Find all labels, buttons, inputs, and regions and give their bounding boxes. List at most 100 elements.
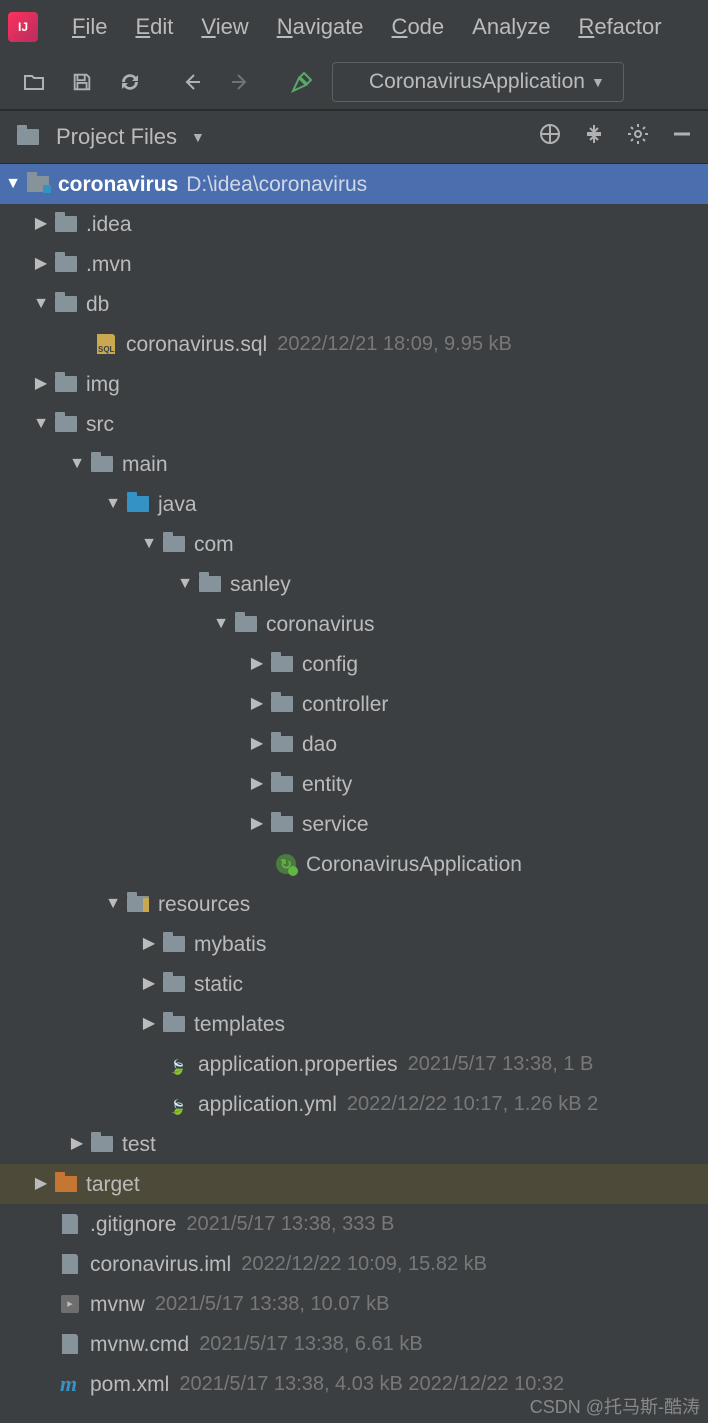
tree-item-service[interactable]: ▶ service [0,804,708,844]
expand-arrow-icon[interactable]: ▼ [176,576,194,592]
project-tree[interactable]: ▼ coronavirus D:\idea\coronavirus ▶ .ide… [0,164,708,1404]
open-button[interactable] [16,64,52,100]
file-icon [58,1334,82,1354]
tree-item-mvnw[interactable]: ▸ mvnw 2021/5/17 13:38, 10.07 kB [0,1284,708,1324]
expand-arrow-icon[interactable]: ▶ [68,1136,86,1152]
tree-item-java[interactable]: ▼ java [0,484,708,524]
tree-item-resources[interactable]: ▼ resources [0,884,708,924]
tree-item-target[interactable]: ▶ target [0,1164,708,1204]
tree-root[interactable]: ▼ coronavirus D:\idea\coronavirus [0,164,708,204]
package-icon [162,534,186,554]
hide-button[interactable] [670,122,694,152]
tree-item-mvnw-cmd[interactable]: mvnw.cmd 2021/5/17 13:38, 6.61 kB [0,1324,708,1364]
expand-arrow-icon[interactable]: ▶ [140,936,158,952]
expand-arrow-icon[interactable]: ▶ [32,216,50,232]
tree-item-test[interactable]: ▶ test [0,1124,708,1164]
tree-item-db[interactable]: ▼ db [0,284,708,324]
expand-arrow-icon[interactable]: ▼ [140,536,158,552]
collapse-all-button[interactable] [582,122,606,152]
tree-item-app-yml[interactable]: application.yml 2022/12/22 10:17, 1.26 k… [0,1084,708,1124]
sql-file-icon [94,334,118,354]
expand-arrow-icon[interactable]: ▶ [248,696,266,712]
expand-arrow-icon[interactable]: ▶ [32,256,50,272]
main-toolbar: CoronavirusApplication ▼ [0,54,708,110]
menu-bar: IJ File Edit View Navigate Code Analyze … [0,0,708,54]
tree-item-sql-file[interactable]: coronavirus.sql 2022/12/21 18:09, 9.95 k… [0,324,708,364]
tree-item-static[interactable]: ▶ static [0,964,708,1004]
package-icon [270,654,294,674]
file-icon [58,1214,82,1234]
expand-arrow-icon[interactable]: ▶ [32,376,50,392]
app-icon: IJ [8,12,38,42]
expand-arrow-icon[interactable]: ▼ [32,296,50,312]
folder-icon [90,1134,114,1154]
expand-arrow-icon[interactable]: ▶ [32,1176,50,1192]
tree-item-coronavirus-pkg[interactable]: ▼ coronavirus [0,604,708,644]
expand-arrow-icon[interactable]: ▶ [248,736,266,752]
menu-file[interactable]: File [58,8,121,46]
module-folder-icon [26,174,50,194]
folder-icon [16,127,40,147]
tree-item-mybatis[interactable]: ▶ mybatis [0,924,708,964]
tree-item-dao[interactable]: ▶ dao [0,724,708,764]
tree-item-entity[interactable]: ▶ entity [0,764,708,804]
tree-item-controller[interactable]: ▶ controller [0,684,708,724]
expand-arrow-icon[interactable]: ▼ [212,616,230,632]
menu-refactor[interactable]: Refactor [564,8,675,46]
project-toolwindow-header: Project Files ▼ [0,110,708,164]
spring-config-icon [166,1094,190,1114]
tree-item-gitignore[interactable]: .gitignore 2021/5/17 13:38, 333 B [0,1204,708,1244]
settings-button[interactable] [626,122,650,152]
tree-item-mvn[interactable]: ▶ .mvn [0,244,708,284]
chevron-down-icon: ▼ [191,129,205,145]
folder-icon [54,294,78,314]
expand-arrow-icon[interactable]: ▼ [68,456,86,472]
expand-arrow-icon[interactable]: ▶ [248,776,266,792]
tree-item-sanley[interactable]: ▼ sanley [0,564,708,604]
select-opened-file-button[interactable] [538,122,562,152]
folder-icon [162,934,186,954]
menu-code[interactable]: Code [378,8,459,46]
tree-item-idea[interactable]: ▶ .idea [0,204,708,244]
tree-item-config[interactable]: ▶ config [0,644,708,684]
sync-button[interactable] [112,64,148,100]
back-button[interactable] [174,64,210,100]
excluded-folder-icon [54,1174,78,1194]
tree-item-app-properties[interactable]: application.properties 2021/5/17 13:38, … [0,1044,708,1084]
run-config-label: CoronavirusApplication [369,70,585,94]
tree-item-main[interactable]: ▼ main [0,444,708,484]
tree-item-img[interactable]: ▶ img [0,364,708,404]
expand-arrow-icon[interactable]: ▶ [248,656,266,672]
maven-file-icon: m [58,1374,82,1394]
run-config-dropdown[interactable]: CoronavirusApplication ▼ [332,62,624,102]
menu-view[interactable]: View [187,8,262,46]
menu-edit[interactable]: Edit [121,8,187,46]
package-icon [234,614,258,634]
spring-config-icon [166,1054,190,1074]
source-folder-icon [126,494,150,514]
project-view-selector[interactable]: Project Files ▼ [12,124,205,150]
menu-navigate[interactable]: Navigate [263,8,378,46]
folder-icon [54,374,78,394]
tree-item-app-class[interactable]: CoronavirusApplication [0,844,708,884]
expand-arrow-icon[interactable]: ▼ [104,496,122,512]
expand-arrow-icon[interactable]: ▶ [248,816,266,832]
chevron-down-icon: ▼ [591,74,605,90]
tree-item-iml[interactable]: coronavirus.iml 2022/12/22 10:09, 15.82 … [0,1244,708,1284]
folder-icon [90,454,114,474]
menu-analyze[interactable]: Analyze [458,8,564,46]
expand-arrow-icon[interactable]: ▼ [4,176,22,192]
folder-icon [162,974,186,994]
tree-item-com[interactable]: ▼ com [0,524,708,564]
expand-arrow-icon[interactable]: ▶ [140,1016,158,1032]
tree-item-templates[interactable]: ▶ templates [0,1004,708,1044]
expand-arrow-icon[interactable]: ▼ [32,416,50,432]
save-button[interactable] [64,64,100,100]
build-button[interactable] [284,64,320,100]
folder-icon [54,214,78,234]
forward-button[interactable] [222,64,258,100]
expand-arrow-icon[interactable]: ▶ [140,976,158,992]
tree-item-src[interactable]: ▼ src [0,404,708,444]
spring-boot-class-icon [274,854,298,874]
expand-arrow-icon[interactable]: ▼ [104,896,122,912]
